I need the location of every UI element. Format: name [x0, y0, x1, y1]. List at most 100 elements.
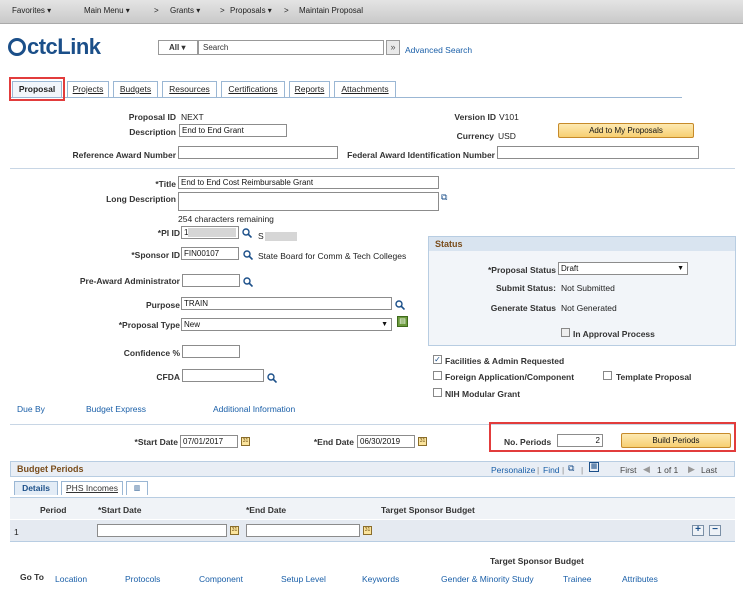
calendar-icon[interactable]: 31: [241, 437, 250, 446]
due-by-link[interactable]: Due By: [17, 404, 45, 414]
pi-lookup-icon[interactable]: [242, 228, 252, 238]
breadcrumb-separator: >: [284, 6, 289, 15]
title-input[interactable]: End to End Cost Reimbursable Grant: [178, 176, 439, 189]
main-menu[interactable]: Main Menu ▾: [84, 6, 130, 15]
nih-modular-checkbox[interactable]: [433, 388, 442, 397]
prev-arrow-icon[interactable]: ◀: [643, 464, 650, 475]
cfda-input[interactable]: [182, 369, 264, 382]
goto-trainee-link[interactable]: Trainee: [563, 574, 592, 584]
pre-award-admin-input[interactable]: [182, 274, 240, 287]
nih-modular-label: NIH Modular Grant: [445, 389, 521, 399]
end-date-input[interactable]: 06/30/2019: [357, 435, 415, 448]
redacted-block: [265, 232, 297, 241]
add-to-my-proposals-button[interactable]: Add to My Proposals: [558, 123, 694, 138]
search-go-icon[interactable]: »: [386, 40, 400, 55]
goto-component-link[interactable]: Component: [199, 574, 243, 584]
budget-periods-title: Budget Periods: [17, 464, 84, 474]
goto-keywords-link[interactable]: Keywords: [362, 574, 399, 584]
breadcrumb-grants[interactable]: Grants ▾: [170, 6, 200, 15]
generate-status-value: Not Generated: [561, 303, 617, 313]
show-all-columns-icon[interactable]: ▥: [126, 481, 148, 495]
in-approval-label: In Approval Process: [573, 329, 655, 339]
find-link[interactable]: Find: [543, 465, 560, 475]
row-start-date-input[interactable]: [97, 524, 227, 537]
favorites-menu[interactable]: Favorites ▾: [12, 6, 51, 15]
divider-text: |: [537, 465, 540, 475]
goto-gender-minority-link[interactable]: Gender & Minority Study: [441, 574, 534, 584]
ctclink-logo: ctcLink: [8, 34, 101, 60]
currency-label: Currency: [456, 131, 494, 141]
pi-id-label: *PI ID: [157, 228, 180, 238]
go-to-label: Go To: [20, 572, 44, 582]
sponsor-lookup-icon[interactable]: [243, 250, 253, 260]
breadcrumb-maintain-proposal[interactable]: Maintain Proposal: [299, 6, 363, 15]
calendar-icon[interactable]: 31: [363, 526, 372, 535]
download-grid-icon[interactable]: ▦: [589, 462, 599, 472]
range-text: 1 of 1: [657, 465, 679, 475]
purpose-input[interactable]: TRAIN: [181, 297, 392, 310]
subtab-details[interactable]: Details: [14, 481, 58, 495]
calendar-icon[interactable]: 31: [230, 526, 239, 535]
purpose-label: Purpose: [145, 300, 180, 310]
divider-text: |: [562, 465, 565, 475]
cfda-label: CFDA: [156, 372, 180, 382]
tab-resources[interactable]: Resources: [162, 81, 217, 97]
row-end-date-input[interactable]: [246, 524, 360, 537]
goto-setup-level-link[interactable]: Setup Level: [281, 574, 326, 584]
reference-award-input[interactable]: [178, 146, 338, 159]
description-input[interactable]: End to End Grant: [179, 124, 287, 137]
budget-express-link[interactable]: Budget Express: [86, 404, 146, 414]
goto-location-link[interactable]: Location: [55, 574, 87, 584]
breadcrumb-separator: >: [154, 6, 159, 15]
col-start-date: *Start Date: [98, 505, 142, 515]
expand-text-icon[interactable]: ⧉: [441, 192, 453, 202]
proposal-status-label: *Proposal Status: [487, 265, 556, 275]
breadcrumb-proposals[interactable]: Proposals ▾: [230, 6, 272, 15]
divider-text: |: [581, 465, 584, 475]
search-input[interactable]: Search: [198, 40, 384, 55]
tab-reports[interactable]: Reports: [289, 81, 330, 97]
first-label[interactable]: First: [620, 465, 637, 475]
next-arrow-icon[interactable]: ▶: [688, 464, 695, 475]
proposal-status-select[interactable]: Draft ▼: [558, 262, 688, 275]
sponsor-id-input[interactable]: FIN00107: [181, 247, 239, 260]
facilities-checkbox[interactable]: ✓: [433, 355, 442, 364]
tab-budgets[interactable]: Budgets: [113, 81, 158, 97]
goto-protocols-link[interactable]: Protocols: [125, 574, 160, 584]
search-scope-select[interactable]: All ▾: [158, 40, 198, 55]
generate-status-label: Generate Status: [490, 303, 556, 313]
proposal-type-select[interactable]: New ▼: [181, 318, 392, 331]
tab-baseline: [10, 97, 682, 98]
long-description-textarea[interactable]: [178, 192, 439, 211]
logo-ring-icon: [8, 38, 26, 56]
delete-row-icon[interactable]: −: [709, 525, 721, 536]
tab-certifications[interactable]: Certifications: [221, 81, 285, 97]
confidence-input[interactable]: [182, 345, 240, 358]
foreign-application-checkbox[interactable]: [433, 371, 442, 380]
status-header: Status: [429, 237, 735, 251]
tab-attachments[interactable]: Attachments: [334, 81, 396, 97]
calendar-icon[interactable]: 31: [418, 437, 427, 446]
sponsor-name: State Board for Comm & Tech Colleges: [258, 251, 407, 261]
worksheet-icon[interactable]: ▤: [397, 316, 408, 327]
col-period: Period: [40, 505, 67, 515]
start-date-input[interactable]: 07/01/2017: [180, 435, 238, 448]
template-proposal-checkbox[interactable]: [603, 371, 612, 380]
purpose-lookup-icon[interactable]: [395, 300, 405, 310]
chevron-down-icon: ▼: [677, 265, 684, 272]
advanced-search-link[interactable]: Advanced Search: [405, 45, 472, 55]
template-proposal-label: Template Proposal: [616, 372, 692, 382]
last-label[interactable]: Last: [701, 465, 717, 475]
add-row-icon[interactable]: +: [692, 525, 704, 536]
subtab-phs-incomes[interactable]: PHS Incomes: [61, 481, 123, 495]
redacted-block: [188, 228, 236, 237]
cfda-lookup-icon[interactable]: [267, 373, 277, 383]
pre-award-lookup-icon[interactable]: [243, 277, 253, 287]
federal-award-input[interactable]: [497, 146, 699, 159]
proposal-id-value: NEXT: [181, 112, 204, 122]
tab-projects[interactable]: Projects: [67, 81, 109, 97]
additional-information-link[interactable]: Additional Information: [213, 404, 295, 414]
goto-attributes-link[interactable]: Attributes: [622, 574, 658, 584]
view-all-icon[interactable]: ⧉: [568, 463, 574, 474]
personalize-link[interactable]: Personalize: [491, 465, 535, 475]
